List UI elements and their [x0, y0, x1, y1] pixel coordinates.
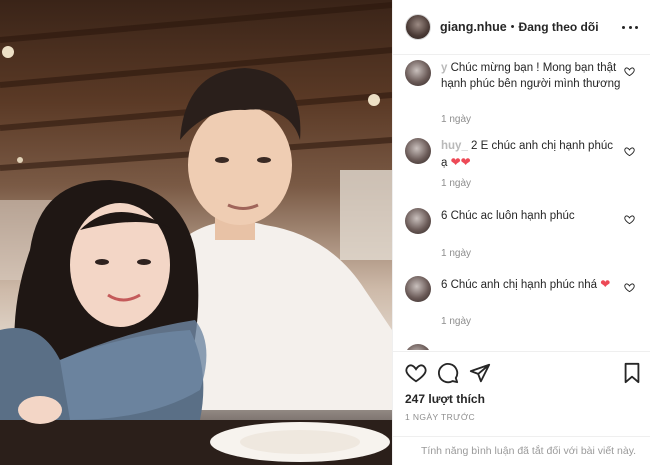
more-options-icon[interactable] [622, 21, 638, 33]
separator-dot: • [510, 21, 515, 33]
comment-body: 6 Chúc ac luôn hạnh phúc [441, 210, 575, 222]
comment-avatar[interactable] [405, 138, 431, 164]
comment-text: 6 Chúc anh chị hạnh phúc nhá ❤ [441, 276, 621, 293]
post-photo [0, 0, 392, 465]
username-link[interactable]: giang.nhue [440, 20, 507, 34]
comments-list[interactable]: y Chúc mừng bạn ! Mong bạn thật hạnh phú… [393, 56, 650, 350]
avatar[interactable] [405, 14, 431, 40]
comment-time: 1 ngày [441, 114, 472, 125]
heart-emoji: ❤❤ [450, 155, 471, 169]
post-header: giang.nhue • Đang theo dõi [393, 0, 650, 55]
comment-avatar[interactable] [405, 208, 431, 234]
comment-avatar[interactable] [405, 60, 431, 86]
comment-username[interactable]: y [441, 62, 447, 74]
like-icon[interactable] [405, 362, 427, 384]
heart-emoji: ❤ [600, 277, 611, 291]
comment-text: 6 Chúc ac luôn hạnh phúc [441, 208, 621, 224]
comment-icon[interactable] [437, 362, 459, 384]
action-icon-row [405, 362, 641, 386]
comment-avatar[interactable] [405, 344, 431, 350]
save-icon[interactable] [621, 362, 643, 384]
comment-text: y Chúc mừng bạn ! Mong bạn thật hạnh phú… [441, 60, 621, 92]
like-comment-icon[interactable] [624, 282, 635, 293]
photo-illustration [0, 2, 392, 465]
post-sidebar: giang.nhue • Đang theo dõi y Chúc mừng b… [392, 0, 650, 465]
comment-avatar[interactable] [405, 276, 431, 302]
share-icon[interactable] [469, 362, 491, 384]
likes-count[interactable]: 247 lượt thích [405, 392, 485, 406]
post-date: 1 NGÀY TRƯỚC [405, 412, 476, 422]
comment-time: 1 ngày [441, 316, 472, 327]
post-actions: 247 lượt thích 1 NGÀY TRƯỚC Tính năng bì… [393, 351, 650, 465]
like-comment-icon[interactable] [624, 214, 635, 225]
comment-time: 1 ngày [441, 178, 472, 189]
comments-disabled-notice: Tính năng bình luận đã tắt đối với bài v… [393, 436, 650, 465]
following-button[interactable]: Đang theo dõi [519, 20, 599, 34]
like-comment-icon[interactable] [624, 146, 635, 157]
comment-body: 6 Chúc anh chị hạnh phúc nhá [441, 279, 598, 291]
like-comment-icon[interactable] [624, 66, 635, 77]
comment-body: Chúc mừng bạn ! Mong bạn thật hạnh phúc … [441, 62, 621, 90]
comment-text: huy_ 2 E chúc anh chị hạnh phúc ạ ❤❤ [441, 138, 621, 171]
comment-time: 1 ngày [441, 248, 472, 259]
comment-username[interactable]: huy_ [441, 140, 468, 152]
